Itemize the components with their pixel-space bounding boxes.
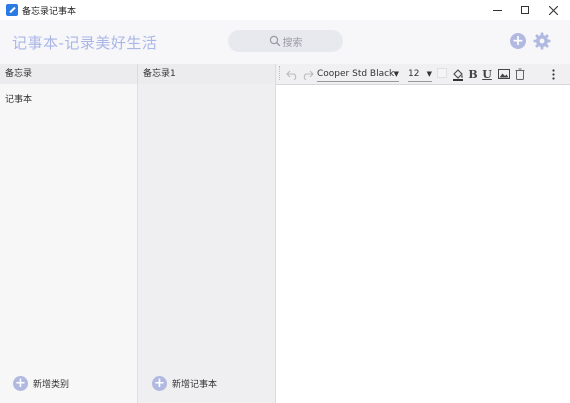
chevron-down-icon: ▼ (393, 70, 399, 78)
plus-icon: + (13, 376, 28, 391)
trash-icon (515, 68, 525, 80)
add-category-label: 新增类别 (33, 380, 70, 390)
notes-header: 备忘录1 (137, 64, 275, 84)
search-label: 搜索 (282, 37, 303, 49)
bold-label: B (468, 67, 478, 81)
toolbar-grip (279, 66, 282, 80)
plus-icon: + (512, 33, 524, 49)
undo-button[interactable] (285, 66, 299, 82)
fill-color-icon (453, 68, 463, 81)
font-size-select[interactable]: 12 ▼ (408, 66, 432, 82)
close-icon (548, 5, 558, 15)
gear-icon[interactable] (533, 32, 551, 50)
fill-color-button[interactable] (451, 66, 465, 82)
bold-button[interactable]: B (467, 66, 479, 82)
add-category-button[interactable]: + 新增类别 (13, 376, 69, 391)
minimize-icon (492, 9, 502, 11)
window-title: 备忘录记事本 (22, 7, 77, 17)
underline-button[interactable]: U (481, 66, 493, 82)
app-icon (6, 4, 18, 16)
underline-label: U (482, 67, 492, 81)
close-button[interactable] (538, 0, 568, 20)
add-note-label: 新增记事本 (172, 380, 218, 390)
font-family-select[interactable]: Cooper Std Black ▼ (317, 66, 399, 82)
search-box[interactable]: 搜索 (228, 30, 343, 52)
category-item[interactable]: 记事本 (5, 92, 32, 105)
add-note-button[interactable]: + 新增记事本 (152, 376, 217, 391)
editor-toolbar: Cooper Std Black ▼ 12 ▼ B U (275, 64, 570, 84)
notes-panel: + 新增记事本 (137, 84, 275, 403)
redo-icon (303, 70, 314, 80)
more-vertical-icon (551, 68, 555, 80)
brand-title: 记事本-记录美好生活 (12, 34, 158, 52)
maximize-button[interactable] (510, 0, 540, 20)
redo-button[interactable] (300, 66, 314, 82)
search-icon (269, 35, 280, 47)
insert-image-button[interactable] (497, 66, 511, 82)
editor-area[interactable] (275, 84, 570, 403)
app-header: 记事本-记录美好生活 搜索 + (0, 20, 570, 64)
text-color-swatch[interactable] (437, 68, 447, 78)
font-family-value: Cooper Std Black (317, 69, 395, 79)
minimize-button[interactable] (482, 0, 512, 20)
more-options-button[interactable] (548, 66, 558, 82)
title-bar: 备忘录记事本 (0, 0, 570, 20)
undo-icon (285, 70, 296, 80)
plus-icon: + (152, 376, 167, 391)
categories-header: 备忘录 (0, 64, 137, 84)
image-icon (498, 69, 510, 79)
chevron-down-icon: ▼ (426, 70, 432, 78)
font-size-value: 12 (408, 69, 420, 79)
maximize-icon (521, 6, 529, 14)
add-button[interactable]: + (510, 33, 526, 49)
categories-panel: 记事本 + 新增类别 (0, 84, 137, 403)
delete-button[interactable] (514, 66, 526, 82)
